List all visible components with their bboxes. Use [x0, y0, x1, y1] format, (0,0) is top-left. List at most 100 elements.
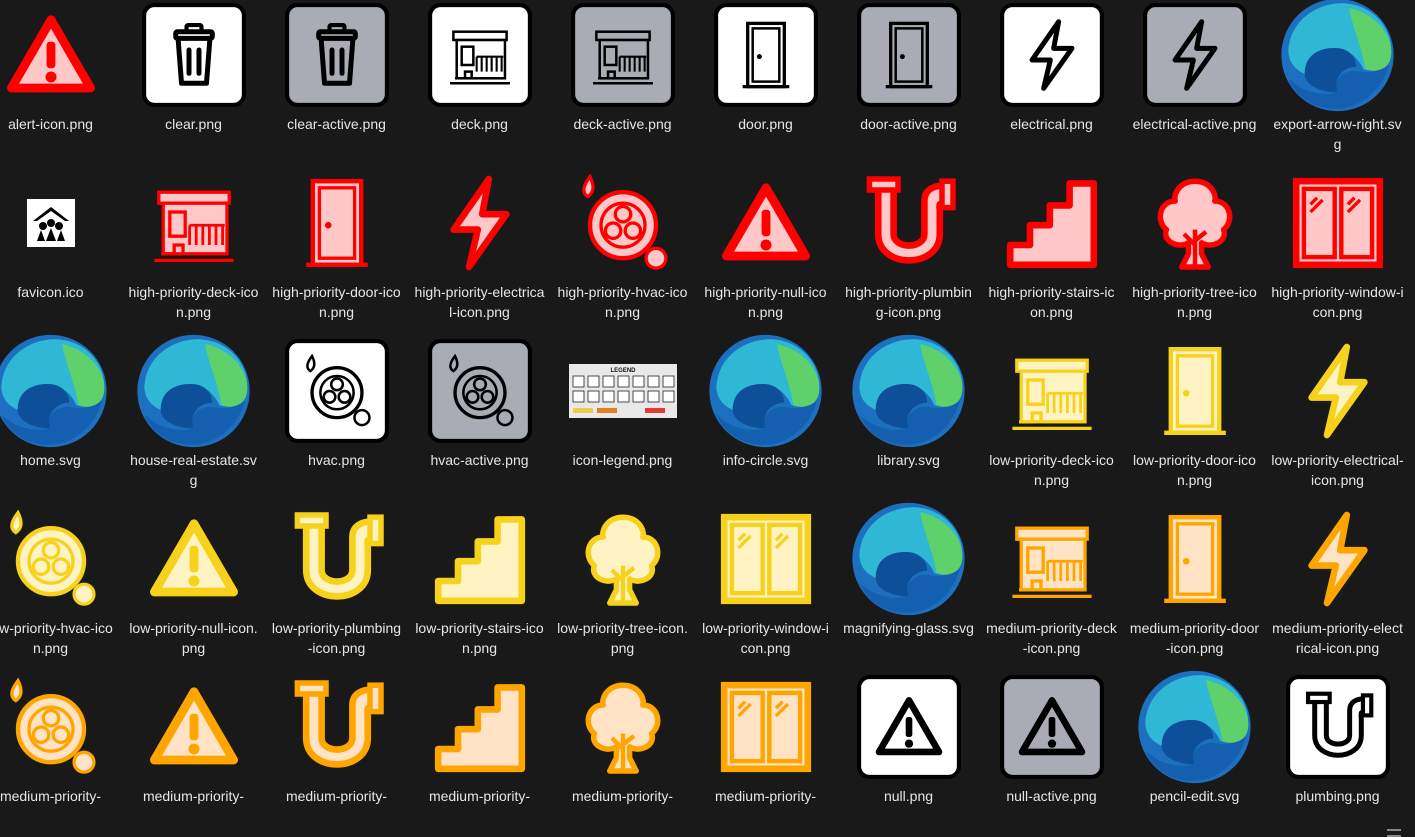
file-name: house-real-estate.svg: [130, 452, 257, 488]
pipe-icon: [866, 176, 956, 264]
file-item[interactable]: medium-priority-: [270, 672, 403, 837]
file-item[interactable]: hvac.png: [270, 336, 403, 504]
file-name: low-priority-window-icon.png: [702, 620, 829, 656]
file-name: medium-priority-: [0, 788, 102, 804]
file-item[interactable]: deck-active.png: [556, 0, 689, 168]
tree-icon: [585, 514, 660, 606]
file-item[interactable]: home.svg: [0, 334, 117, 504]
file-item[interactable]: medium-priority-deck-icon.png: [985, 504, 1118, 672]
file-name: low-priority-null-icon.png: [129, 620, 258, 656]
file-item[interactable]: low-priority-electrical-icon.png: [1271, 336, 1404, 504]
file-item[interactable]: low-priority-tree-icon.png: [556, 504, 689, 672]
trash-icon: [284, 3, 389, 107]
file-thumbnail: [1279, 0, 1396, 112]
file-thumbnail: [993, 0, 1110, 110]
file-item[interactable]: low-priority-plumbing-icon.png: [270, 504, 403, 672]
file-item[interactable]: alert-icon.png: [0, 0, 117, 168]
file-item[interactable]: deck.png: [413, 0, 546, 168]
file-item[interactable]: export-arrow-right.svg: [1271, 0, 1404, 168]
file-item[interactable]: favicon.ico: [0, 168, 117, 336]
file-item[interactable]: info-circle.svg: [699, 334, 832, 504]
file-item[interactable]: high-priority-electrical-icon.png: [413, 168, 546, 336]
file-item[interactable]: low-priority-hvac-icon.png: [0, 504, 117, 672]
file-item[interactable]: medium-priority-: [0, 672, 117, 837]
edge-browser-icon: [1281, 0, 1394, 112]
deck-icon: [570, 3, 675, 107]
file-item[interactable]: low-priority-deck-icon.png: [985, 336, 1118, 504]
file-item[interactable]: hvac-active.png: [413, 336, 546, 504]
file-item[interactable]: electrical-active.png: [1128, 0, 1261, 168]
file-thumbnail: [850, 672, 967, 782]
file-thumbnail: [1136, 168, 1253, 278]
file-item[interactable]: high-priority-window-icon.png: [1271, 168, 1404, 336]
deck-icon: [153, 190, 234, 263]
file-item[interactable]: door-active.png: [842, 0, 975, 168]
file-name: medium-priority-door-icon.png: [1129, 620, 1260, 656]
favicon-icon: [26, 199, 75, 247]
tree-icon: [585, 682, 660, 774]
file-thumbnail: [0, 0, 109, 110]
file-item[interactable]: low-priority-stairs-icon.png: [413, 504, 546, 672]
file-name: electrical-active.png: [1132, 116, 1257, 132]
file-item[interactable]: library.svg: [842, 334, 975, 504]
file-thumbnail: [0, 168, 109, 278]
file-thumbnail: [993, 168, 1110, 278]
file-item[interactable]: high-priority-hvac-icon.png: [556, 168, 689, 336]
file-name: null.png: [883, 788, 934, 804]
file-thumbnail: [564, 504, 681, 614]
file-item[interactable]: medium-priority-door-icon.png: [1128, 504, 1261, 672]
file-item[interactable]: plumbing.png: [1271, 672, 1404, 837]
file-name: plumbing.png: [1295, 788, 1380, 804]
file-item[interactable]: low-priority-window-icon.png: [699, 504, 832, 672]
pipe-icon: [294, 680, 384, 768]
file-thumbnail: [135, 504, 252, 614]
warning-icon: [6, 15, 95, 93]
file-item[interactable]: low-priority-door-icon.png: [1128, 336, 1261, 504]
file-item[interactable]: medium-priority-: [413, 672, 546, 837]
file-name: deck-active.png: [573, 116, 672, 132]
file-item[interactable]: null.png: [842, 672, 975, 837]
door-icon: [856, 3, 961, 107]
file-thumbnail: [850, 334, 967, 448]
file-item[interactable]: pencil-edit.svg: [1128, 670, 1261, 837]
file-item[interactable]: high-priority-tree-icon.png: [1128, 168, 1261, 336]
file-item[interactable]: medium-priority-: [556, 672, 689, 837]
file-item[interactable]: medium-priority-: [127, 672, 260, 837]
file-item[interactable]: clear.png: [127, 0, 260, 168]
scroll-handle[interactable]: [1387, 829, 1401, 837]
file-item[interactable]: house-real-estate.svg: [127, 334, 260, 504]
file-name: low-priority-stairs-icon.png: [415, 620, 544, 656]
deck-icon: [1011, 526, 1092, 599]
deck-icon: [427, 3, 532, 107]
file-thumbnail: [421, 336, 538, 446]
file-item[interactable]: clear-active.png: [270, 0, 403, 168]
file-item[interactable]: electrical.png: [985, 0, 1118, 168]
file-thumbnail: [135, 672, 252, 782]
file-thumbnail: [850, 168, 967, 278]
stairs-icon: [1006, 180, 1097, 269]
file-thumbnail: [564, 168, 681, 278]
bolt-icon: [999, 3, 1104, 107]
file-name: alert-icon.png: [8, 116, 93, 132]
file-item[interactable]: LEGEND icon-legend.png: [556, 336, 689, 504]
file-item[interactable]: low-priority-null-icon.png: [127, 504, 260, 672]
file-item[interactable]: high-priority-door-icon.png: [270, 168, 403, 336]
file-item[interactable]: high-priority-deck-icon.png: [127, 168, 260, 336]
file-item[interactable]: medium-priority-electrical-icon.png: [1271, 504, 1404, 672]
file-thumbnail: [421, 504, 538, 614]
file-item[interactable]: medium-priority-: [699, 672, 832, 837]
file-thumbnail: [278, 504, 395, 614]
file-item[interactable]: high-priority-stairs-icon.png: [985, 168, 1118, 336]
pipe-icon: [294, 512, 384, 600]
file-item[interactable]: high-priority-plumbing-icon.png: [842, 168, 975, 336]
file-item[interactable]: door.png: [699, 0, 832, 168]
file-thumbnail: [564, 0, 681, 110]
file-name: icon-legend.png: [572, 452, 673, 468]
file-item[interactable]: null-active.png: [985, 672, 1118, 837]
file-item[interactable]: high-priority-null-icon.png: [699, 168, 832, 336]
warning-icon: [999, 675, 1104, 779]
file-name: low-priority-tree-icon.png: [557, 620, 688, 656]
file-item[interactable]: magnifying-glass.svg: [842, 502, 975, 672]
window-icon: [720, 513, 811, 605]
fan-icon: [427, 339, 532, 443]
